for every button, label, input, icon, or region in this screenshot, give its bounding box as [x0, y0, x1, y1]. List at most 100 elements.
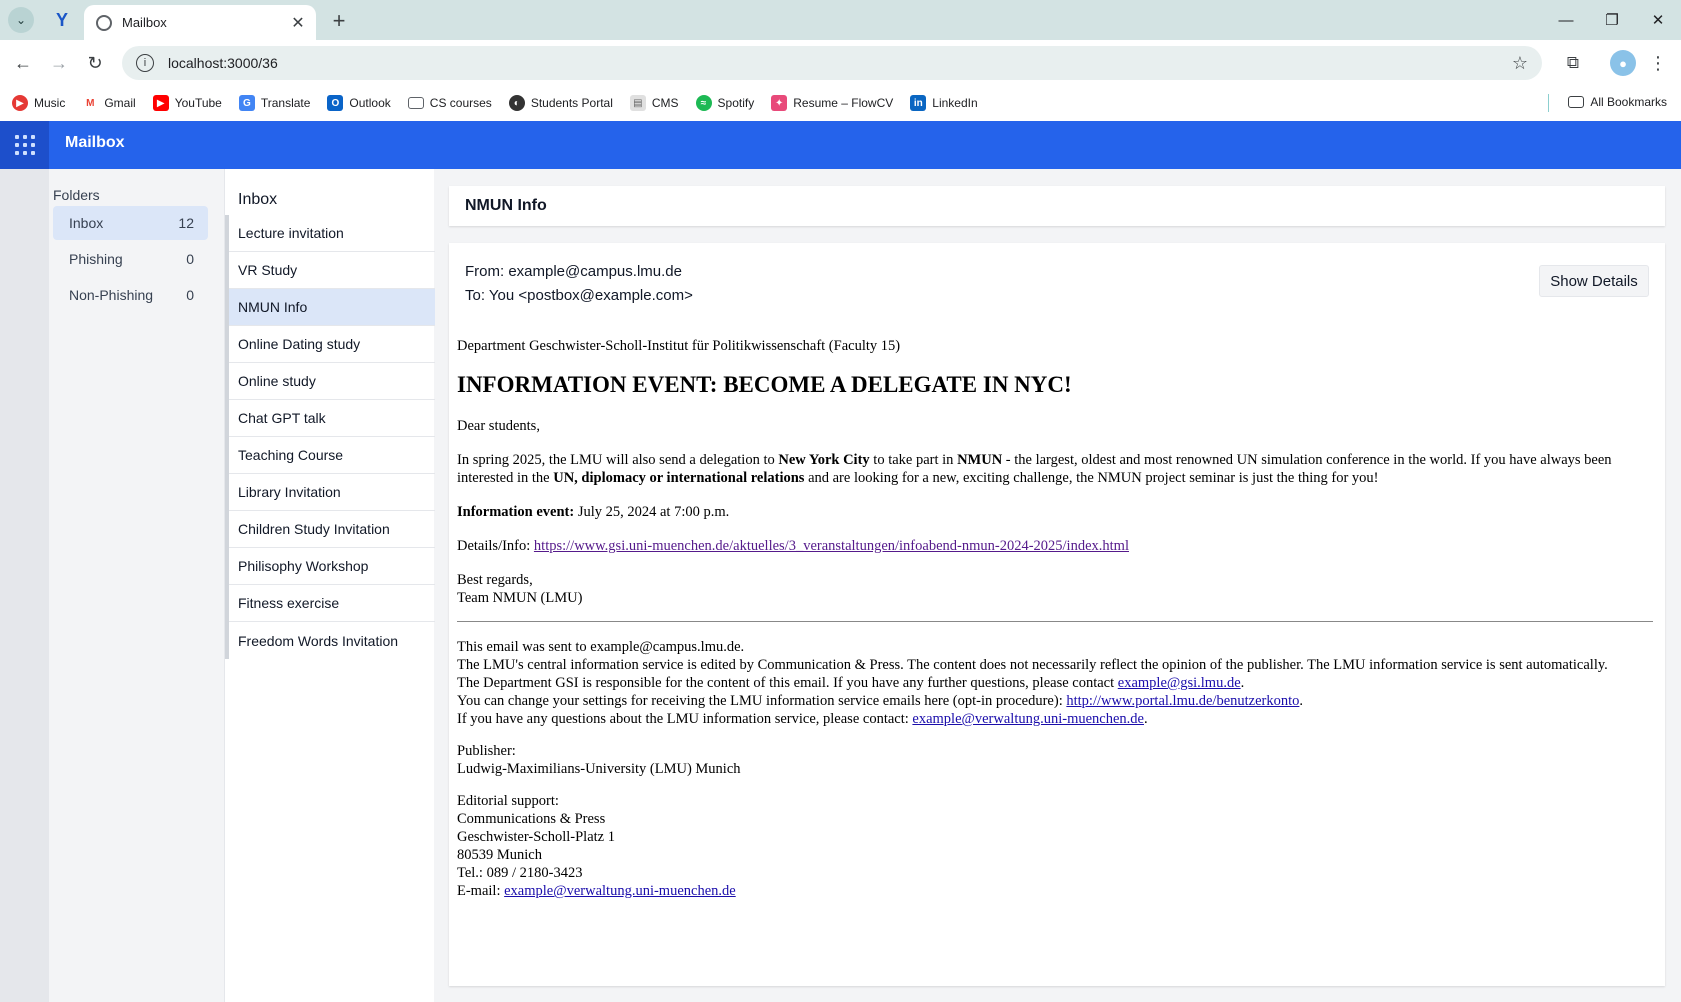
folders-title: Folders	[53, 187, 100, 203]
list-item[interactable]: Library Invitation	[229, 474, 435, 511]
bookmark-cms[interactable]: ▤ CMS	[629, 95, 679, 111]
app-body: Folders Inbox 12 Phishing 0 Non-Phishing…	[0, 169, 1681, 1002]
bookmark-outlook[interactable]: O Outlook	[327, 95, 391, 111]
list-item[interactable]: Philisophy Workshop	[229, 548, 435, 585]
details-line: Details/Info: https://www.gsi.uni-muench…	[457, 538, 1129, 554]
folder-count: 0	[186, 251, 194, 267]
forward-button[interactable]: →	[46, 50, 72, 76]
email-body: Department Geschwister-Scholl-Institut f…	[457, 337, 1653, 900]
url-text[interactable]: localhost:3000/36	[168, 55, 1512, 71]
mail-list: Lecture invitation VR Study NMUN Info On…	[225, 215, 435, 659]
folder-icon	[407, 97, 424, 109]
bookmark-gmail[interactable]: M Gmail	[82, 95, 136, 111]
intro-paragraph: In spring 2025, the LMU will also send a…	[457, 452, 1612, 486]
address-toolbar: ← → ↻ i localhost:3000/36 ☆ ⧉ ● ⋮	[0, 40, 1681, 86]
greeting: Dear students,	[457, 418, 540, 434]
email-meta: From: example@campus.lmu.de To: You <pos…	[465, 260, 693, 308]
apps-grid-icon[interactable]	[0, 121, 49, 169]
close-window-button[interactable]: ✕	[1643, 8, 1673, 32]
youtube-icon: ▶	[152, 95, 169, 111]
folder-inbox[interactable]: Inbox 12	[53, 206, 208, 240]
event-line: Information event: July 25, 2024 at 7:00…	[457, 504, 730, 520]
bookmark-translate[interactable]: G Translate	[238, 95, 310, 111]
folder-count: 12	[178, 215, 194, 231]
menu-kebab-icon[interactable]: ⋮	[1648, 50, 1668, 76]
music-icon: ▶	[12, 95, 28, 111]
back-button[interactable]: ←	[10, 50, 36, 76]
email-to: To: You <postbox@example.com>	[465, 287, 693, 304]
email-subject: NMUN Info	[449, 186, 1665, 226]
tab-title: Mailbox	[122, 15, 167, 30]
restore-button[interactable]: ❐	[1597, 8, 1627, 32]
app-title: Mailbox	[65, 134, 125, 151]
publisher-block: Publisher: Ludwig-Maximilians-University…	[457, 743, 741, 777]
list-item-selected[interactable]: NMUN Info	[229, 289, 435, 326]
email-reader: NMUN Info From: example@campus.lmu.de To…	[449, 186, 1665, 986]
department-line: Department Geschwister-Scholl-Institut f…	[457, 338, 901, 354]
translate-icon: G	[238, 95, 255, 111]
editorial-email-link[interactable]: example@verwaltung.uni-muenchen.de	[504, 883, 736, 899]
folders-panel: Folders Inbox 12 Phishing 0 Non-Phishing…	[49, 169, 224, 1002]
folder-count: 0	[186, 287, 194, 303]
list-item[interactable]: Freedom Words Invitation	[229, 622, 435, 659]
close-tab-icon[interactable]: ✕	[288, 13, 308, 33]
minimize-button[interactable]: —	[1551, 8, 1581, 32]
new-tab-button[interactable]: +	[326, 8, 352, 34]
extension-icon[interactable]: Y	[51, 9, 73, 31]
bookmark-spotify[interactable]: ≈ Spotify	[695, 95, 754, 111]
gsi-email-link[interactable]: example@gsi.lmu.de	[1118, 675, 1241, 691]
bookmark-students-portal[interactable]: ◐ Students Portal	[508, 95, 613, 111]
bookmark-cs-courses[interactable]: CS courses	[407, 96, 492, 110]
show-details-button[interactable]: Show Details	[1539, 265, 1649, 297]
folder-non-phishing[interactable]: Non-Phishing 0	[53, 278, 208, 312]
list-item[interactable]: Online Dating study	[229, 326, 435, 363]
email-card: From: example@campus.lmu.de To: You <pos…	[449, 243, 1665, 986]
all-bookmarks[interactable]: All Bookmarks	[1568, 95, 1667, 109]
folder-phishing[interactable]: Phishing 0	[53, 242, 208, 276]
address-bar[interactable]: i localhost:3000/36 ☆	[122, 46, 1542, 80]
inbox-panel: Inbox Lecture invitation VR Study NMUN I…	[224, 169, 435, 1002]
extensions-icon[interactable]: ⧉	[1560, 50, 1586, 76]
bookmarks-bar: ▶ Music M Gmail ▶ YouTube G Translate O Outlo…	[0, 86, 1681, 120]
list-item[interactable]: Fitness exercise	[229, 585, 435, 622]
footer-info: This email was sent to example@campus.lm…	[457, 639, 1608, 727]
bookmark-music[interactable]: ▶ Music	[12, 95, 65, 111]
details-link[interactable]: https://www.gsi.uni-muenchen.de/aktuelle…	[534, 538, 1129, 554]
cms-icon: ▤	[629, 95, 646, 111]
portal-link[interactable]: http://www.portal.lmu.de/benutzerkonto	[1066, 693, 1299, 709]
reload-button[interactable]: ↻	[82, 50, 108, 76]
inbox-title: Inbox	[238, 191, 278, 208]
browser-tab-bar: ⌄ Y Mailbox ✕ + — ❐ ✕	[0, 0, 1681, 40]
list-item[interactable]: Teaching Course	[229, 437, 435, 474]
bookmark-flowcv[interactable]: ✦ Resume – FlowCV	[771, 95, 893, 111]
flowcv-icon: ✦	[771, 95, 788, 111]
list-item[interactable]: Children Study Invitation	[229, 511, 435, 548]
app-header: Mailbox	[0, 121, 1681, 169]
list-item[interactable]: VR Study	[229, 252, 435, 289]
email-from: From: example@campus.lmu.de	[465, 263, 682, 280]
list-item[interactable]: Chat GPT talk	[229, 400, 435, 437]
bookmark-star-icon[interactable]: ☆	[1512, 53, 1528, 74]
site-info-icon[interactable]: i	[136, 54, 154, 72]
linkedin-icon: in	[910, 95, 927, 111]
left-rail	[0, 169, 49, 1002]
list-item[interactable]: Online study	[229, 363, 435, 400]
globe-icon	[96, 14, 112, 31]
gmail-icon: M	[82, 95, 99, 111]
spotify-icon: ≈	[695, 95, 712, 111]
globe-icon: ◐	[508, 95, 525, 111]
outlook-icon: O	[327, 95, 344, 111]
verwaltung-email-link[interactable]: example@verwaltung.uni-muenchen.de	[912, 711, 1144, 727]
bookmarks-divider	[1548, 94, 1549, 112]
browser-tab[interactable]: Mailbox ✕	[84, 5, 316, 40]
editorial-block: Editorial support: Communications & Pres…	[457, 793, 736, 899]
email-headline: INFORMATION EVENT: BECOME A DELEGATE IN …	[457, 372, 1072, 397]
divider	[457, 621, 1653, 622]
folder-icon	[1568, 96, 1585, 108]
bookmark-youtube[interactable]: ▶ YouTube	[152, 95, 222, 111]
profile-avatar[interactable]: ●	[1610, 50, 1636, 76]
list-item[interactable]: Lecture invitation	[229, 215, 435, 252]
tab-search-icon[interactable]: ⌄	[8, 7, 34, 33]
bookmark-linkedin[interactable]: in LinkedIn	[910, 95, 978, 111]
signature: Best regards, Team NMUN (LMU)	[457, 572, 583, 606]
